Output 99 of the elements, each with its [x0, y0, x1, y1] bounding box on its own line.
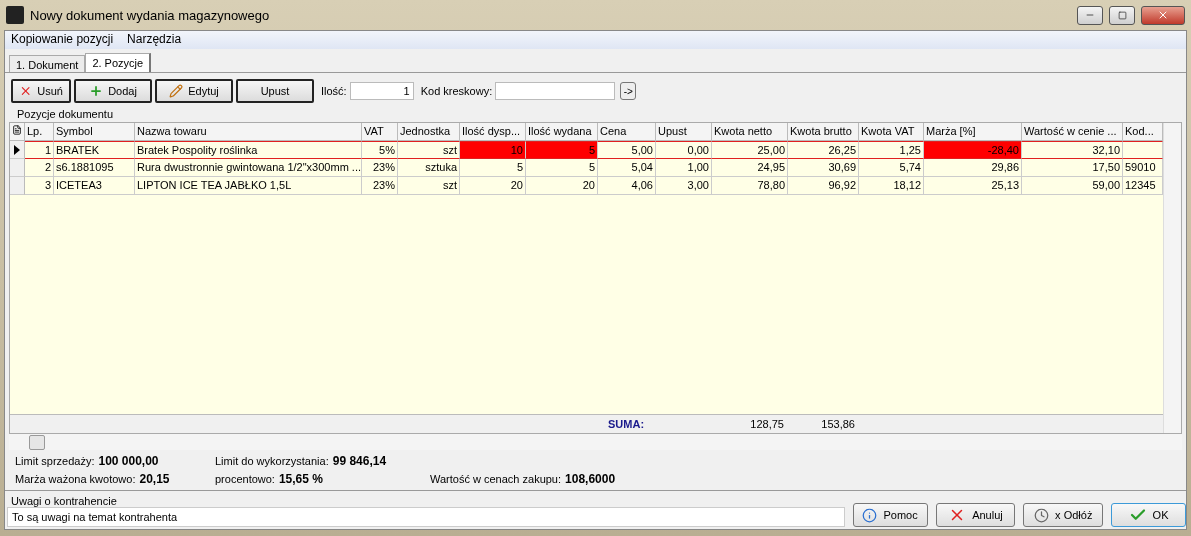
clock-icon — [1034, 507, 1050, 523]
close-icon — [1157, 9, 1169, 21]
table-cell: Rura dwustronnie gwintowana 1/2"x300mm ... — [135, 159, 362, 177]
row-indicator[interactable] — [10, 141, 25, 159]
table-cell: 78,80 — [712, 177, 788, 195]
maximize-icon — [1117, 10, 1127, 20]
table-cell: ICETEA3 — [54, 177, 135, 195]
quantity-field[interactable]: 1 — [349, 82, 414, 100]
toolbar-button[interactable]: Edytuj — [155, 79, 233, 103]
column-header[interactable]: Symbol — [54, 123, 135, 141]
table-cell: 25,00 — [712, 141, 788, 159]
dialog-button[interactable]: OK — [1111, 503, 1186, 527]
table-cell: Bratek Pospolity roślinka — [135, 141, 362, 159]
dialog-button[interactable]: Pomoc — [852, 503, 928, 527]
sum-value: 153,86 — [820, 418, 856, 430]
window-title: Nowy dokument wydania magazynowego — [30, 7, 271, 23]
horizontal-scrollbar[interactable] — [9, 434, 1182, 450]
table-cell: s6.1881095 — [54, 159, 135, 177]
tab[interactable]: 1. Dokument — [9, 55, 86, 72]
table-cell: 3,00 — [656, 177, 712, 195]
table-cell: LIPTON ICE TEA JABŁKO 1,5L — [135, 177, 362, 195]
notes-field[interactable]: To są uwagi na temat kontrahenta — [7, 507, 845, 527]
table-cell: 4,06 — [598, 177, 656, 195]
dialog-button[interactable]: Anuluj — [935, 503, 1016, 527]
notes-label: Uwagi o kontrahencie — [10, 495, 118, 507]
sum-label: SUMA: — [607, 418, 646, 430]
menu-item[interactable]: Kopiowanie pozycji — [11, 32, 114, 48]
vertical-scrollbar[interactable] — [1163, 123, 1181, 433]
table-cell: 29,86 — [924, 159, 1022, 177]
barcode-label: Kod kreskowy: — [420, 85, 493, 97]
table-cell: 5% — [362, 141, 398, 159]
plus-icon — [89, 84, 104, 98]
table-cell: szt — [398, 177, 460, 195]
table-cell: 18,12 — [859, 177, 924, 195]
column-header[interactable]: Kwota VAT — [859, 123, 924, 141]
table-cell: 5 — [526, 141, 598, 159]
table-cell: 20 — [526, 177, 598, 195]
column-header[interactable]: Wartość w cenie ... — [1022, 123, 1123, 141]
table-cell: 1 — [25, 141, 54, 159]
table-cell: 3 — [25, 177, 54, 195]
table-cell: 1,00 — [656, 159, 712, 177]
table-cell: 59,00 — [1022, 177, 1123, 195]
column-header[interactable]: Kwota netto — [712, 123, 788, 141]
table-cell: 5,04 — [598, 159, 656, 177]
pencil-icon — [169, 84, 184, 98]
info-text: Marża ważona kwotowo: 20,15 — [15, 472, 171, 486]
app-icon — [6, 6, 24, 24]
column-header[interactable]: VAT — [362, 123, 398, 141]
maximize-button[interactable] — [1109, 5, 1135, 25]
table-cell: 25,13 — [924, 177, 1022, 195]
group-title: Pozycje dokumentu — [16, 107, 114, 120]
column-header[interactable]: Upust — [656, 123, 712, 141]
table-cell: 23% — [362, 159, 398, 177]
toolbar-button[interactable]: Upust — [236, 79, 314, 103]
quantity-label: Ilość: — [321, 85, 347, 97]
table-cell: 17,50 — [1022, 159, 1123, 177]
column-header[interactable]: Cena — [598, 123, 656, 141]
column-header[interactable]: Nazwa towaru — [135, 123, 362, 141]
info-text: Wartość w cenach zakupu: 108,6000 — [430, 472, 617, 486]
barcode-field[interactable] — [495, 82, 616, 100]
go-button[interactable]: -> — [620, 82, 637, 100]
table-cell: 5,00 — [598, 141, 656, 159]
table-cell: 0,00 — [656, 141, 712, 159]
info-text: procentowo: 15,65 % — [215, 472, 324, 486]
sum-value: 128,75 — [749, 418, 785, 430]
delete-icon — [19, 84, 33, 98]
minimize-button[interactable] — [1077, 5, 1103, 25]
dialog-button[interactable]: x Odłóż — [1023, 503, 1104, 527]
table-cell: 5,74 — [859, 159, 924, 177]
toolbar-button[interactable]: Dodaj — [74, 79, 152, 103]
table-cell: 5 — [460, 159, 526, 177]
table-cell: 96,92 — [788, 177, 859, 195]
tab[interactable]: 2. Pozycje — [85, 53, 152, 72]
table-cell: 30,69 — [788, 159, 859, 177]
column-header[interactable]: Marża [%] — [924, 123, 1022, 141]
toolbar-button[interactable]: Usuń — [11, 79, 71, 103]
column-header[interactable]: Jednostka — [398, 123, 460, 141]
column-chooser-icon[interactable] — [10, 123, 25, 141]
column-header[interactable]: Kwota brutto — [788, 123, 859, 141]
column-header[interactable]: Ilość dysp... — [460, 123, 526, 141]
info-text: Limit sprzedaży: 100 000,00 — [15, 454, 160, 468]
close-button[interactable] — [1141, 5, 1185, 25]
table-cell: BRATEK — [54, 141, 135, 159]
table-cell: 32,10 — [1022, 141, 1123, 159]
table-cell: sztuka — [398, 159, 460, 177]
table-cell: 26,25 — [788, 141, 859, 159]
table-cell: 2 — [25, 159, 54, 177]
table-cell: -28,40 — [924, 141, 1022, 159]
column-header[interactable]: Kod... — [1123, 123, 1163, 141]
column-header[interactable]: Ilość wydana — [526, 123, 598, 141]
table-cell: 20 — [460, 177, 526, 195]
column-header[interactable]: Lp. — [25, 123, 54, 141]
table-cell: 24,95 — [712, 159, 788, 177]
info-icon — [862, 507, 878, 523]
menu-item[interactable]: Narzędzia — [127, 32, 182, 48]
table-cell: 10 — [460, 141, 526, 159]
table-cell: 5 — [526, 159, 598, 177]
info-text: Limit do wykorzystania: 99 846,14 — [215, 454, 388, 468]
table-cell: 23% — [362, 177, 398, 195]
